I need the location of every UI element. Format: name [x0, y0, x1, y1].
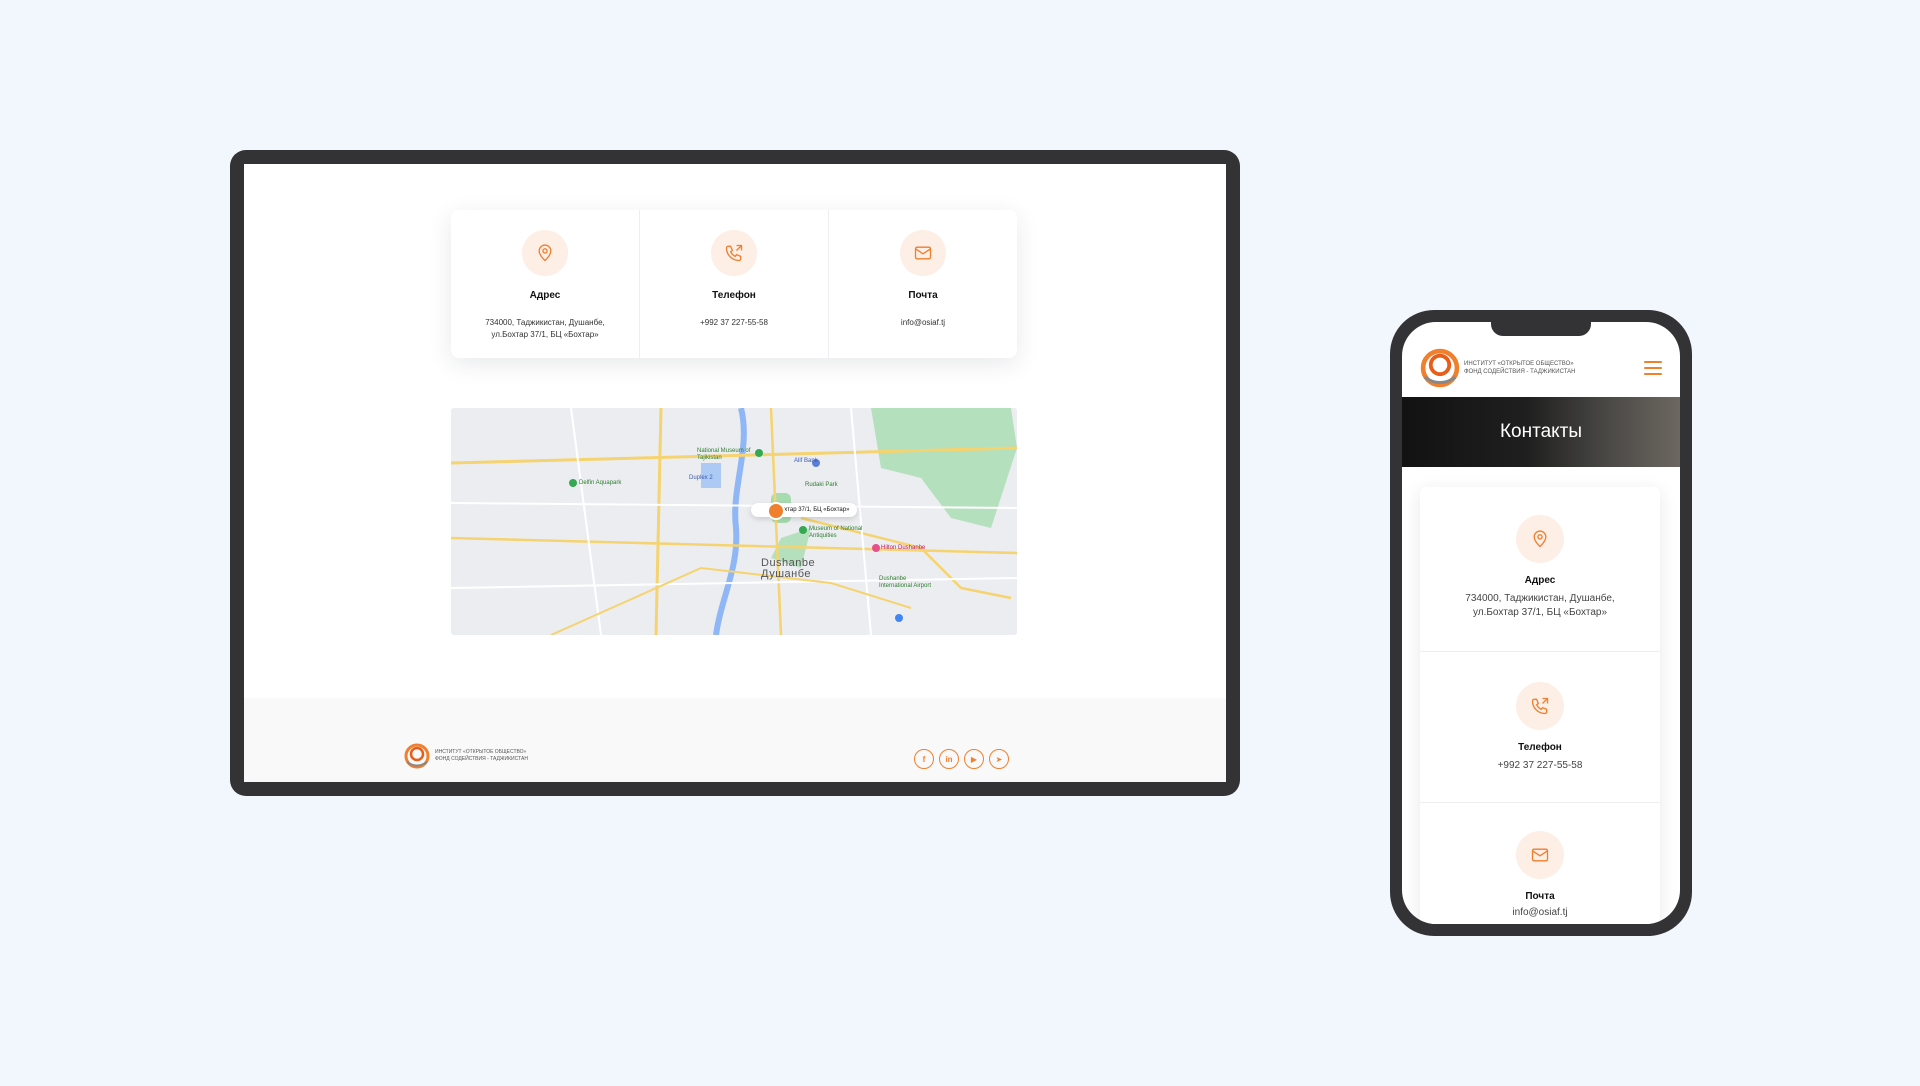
phone-icon [711, 230, 757, 276]
contact-info-row: Адрес 734000, Таджикистан, Душанбе, ул.Б… [451, 210, 1017, 358]
map-place-aquapark[interactable]: Delfin Aquapark [579, 480, 621, 486]
map-place-park[interactable]: Rudaki Park [805, 482, 838, 488]
mobile-contact-address: Адрес 734000, Таджикистан, Душанбе, ул.Б… [1420, 487, 1660, 652]
mobile-logo-text: Институт «Открытое общество» Фонд содейс… [1464, 360, 1576, 375]
phone-title: Телефон [712, 290, 756, 301]
linkedin-icon[interactable]: in [939, 749, 959, 769]
email-title: Почта [908, 290, 938, 301]
hamburger-icon[interactable] [1644, 360, 1662, 375]
location-map[interactable]: Delfin Aquapark National Museum of Tajik… [451, 408, 1017, 635]
telegram-icon[interactable]: ➤ [989, 749, 1009, 769]
location-pin-icon [522, 230, 568, 276]
mobile-contact-card: Адрес 734000, Таджикистан, Душанбе, ул.Б… [1420, 487, 1660, 924]
phone-number-link[interactable]: +992 37 227-55-58 [700, 317, 768, 329]
contact-email: Почта info@osiaf.tj [829, 210, 1017, 358]
location-pin-icon [1516, 515, 1564, 563]
map-place-bank[interactable]: Alif Bank [794, 458, 818, 464]
phone-notch [1491, 322, 1591, 336]
mobile-frame: Институт «Открытое общество» Фонд содейс… [1390, 310, 1692, 936]
map-place-duplex[interactable]: Duplex 2 [689, 475, 713, 481]
email-link[interactable]: info@osiaf.tj [901, 317, 945, 329]
address-title: Адрес [1524, 575, 1556, 586]
email-link[interactable]: info@osiaf.tj [1512, 906, 1567, 920]
footer-logo[interactable]: Институт «Открытое общество» Фонд содейс… [404, 743, 528, 769]
desktop-screen: Адрес 734000, Таджикистан, Душанбе, ул.Б… [244, 164, 1226, 782]
desktop-frame: Адрес 734000, Таджикистан, Душанбе, ул.Б… [230, 150, 1240, 796]
phone-number-link[interactable]: +992 37 227-55-58 [1498, 759, 1583, 773]
map-place-hilton[interactable]: Hilton Dushanbe [881, 545, 925, 551]
contact-address: Адрес 734000, Таджикистан, Душанбе, ул.Б… [451, 210, 640, 358]
mobile-hero: Контакты [1402, 397, 1680, 467]
footer: Институт «Открытое общество» Фонд содейс… [244, 698, 1226, 782]
address-title: Адрес [529, 290, 561, 301]
address-text: 734000, Таджикистан, Душанбе, ул.Бохтар … [1465, 593, 1615, 618]
mail-icon [1516, 831, 1564, 879]
mobile-contact-email: Почта info@osiaf.tj [1420, 803, 1660, 924]
page-title: Контакты [1499, 421, 1583, 442]
mobile-screen: Институт «Открытое общество» Фонд содейс… [1402, 322, 1680, 924]
email-title: Почта [1525, 891, 1555, 902]
map-place-antiquities[interactable]: Museum of National Antiquities [809, 526, 879, 540]
footer-logo-text: Институт «Открытое общество» Фонд содейс… [435, 749, 528, 762]
map-place-airport[interactable]: Dushanbe International Airport [879, 576, 935, 590]
mail-icon [900, 230, 946, 276]
youtube-icon[interactable]: ▶ [964, 749, 984, 769]
map-pin-icon[interactable] [767, 502, 785, 520]
address-text: 734000, Таджикистан, Душанбе, ул.Бохтар … [485, 318, 605, 339]
contact-phone: Телефон +992 37 227-55-58 [640, 210, 829, 358]
social-links: f in ▶ ➤ [914, 749, 1009, 769]
phone-icon [1516, 682, 1564, 730]
mobile-contact-phone: Телефон +992 37 227-55-58 [1420, 652, 1660, 803]
logo-swirl-icon [404, 743, 430, 769]
map-place-museum[interactable]: National Museum of Tajikistan [697, 448, 761, 462]
phone-title: Телефон [1518, 742, 1562, 753]
map-city-label: Dushanbe Душанбе [761, 557, 816, 580]
logo-swirl-icon[interactable] [1420, 348, 1460, 388]
facebook-icon[interactable]: f [914, 749, 934, 769]
